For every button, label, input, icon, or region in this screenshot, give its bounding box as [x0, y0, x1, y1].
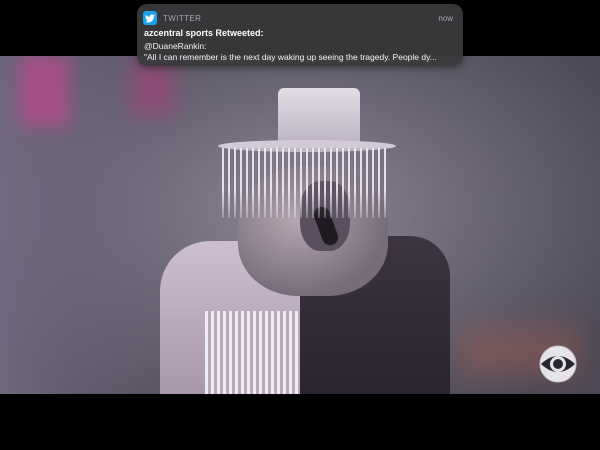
cbs-logo-icon — [539, 345, 577, 383]
notification-title: azcentral sports Retweeted: — [144, 28, 264, 38]
notification-handle: @DuaneRankin: — [144, 41, 207, 51]
performer-hat — [278, 88, 360, 144]
notification-time: now — [438, 13, 453, 23]
stage-light — [20, 56, 70, 126]
hat-fringe — [222, 148, 390, 218]
twitter-bird-icon — [143, 11, 157, 25]
notification-body: "All I can remember is the next day waki… — [144, 52, 437, 62]
screen: TWITTER now azcentral sports Retweeted: … — [0, 0, 600, 450]
video-frame[interactable] — [0, 56, 600, 394]
push-notification[interactable]: TWITTER now azcentral sports Retweeted: … — [137, 4, 463, 66]
performer-jacket-fringe — [205, 311, 305, 394]
notification-header: TWITTER now — [143, 10, 453, 26]
stage-light — [130, 61, 175, 116]
notification-app-name: TWITTER — [163, 13, 202, 23]
